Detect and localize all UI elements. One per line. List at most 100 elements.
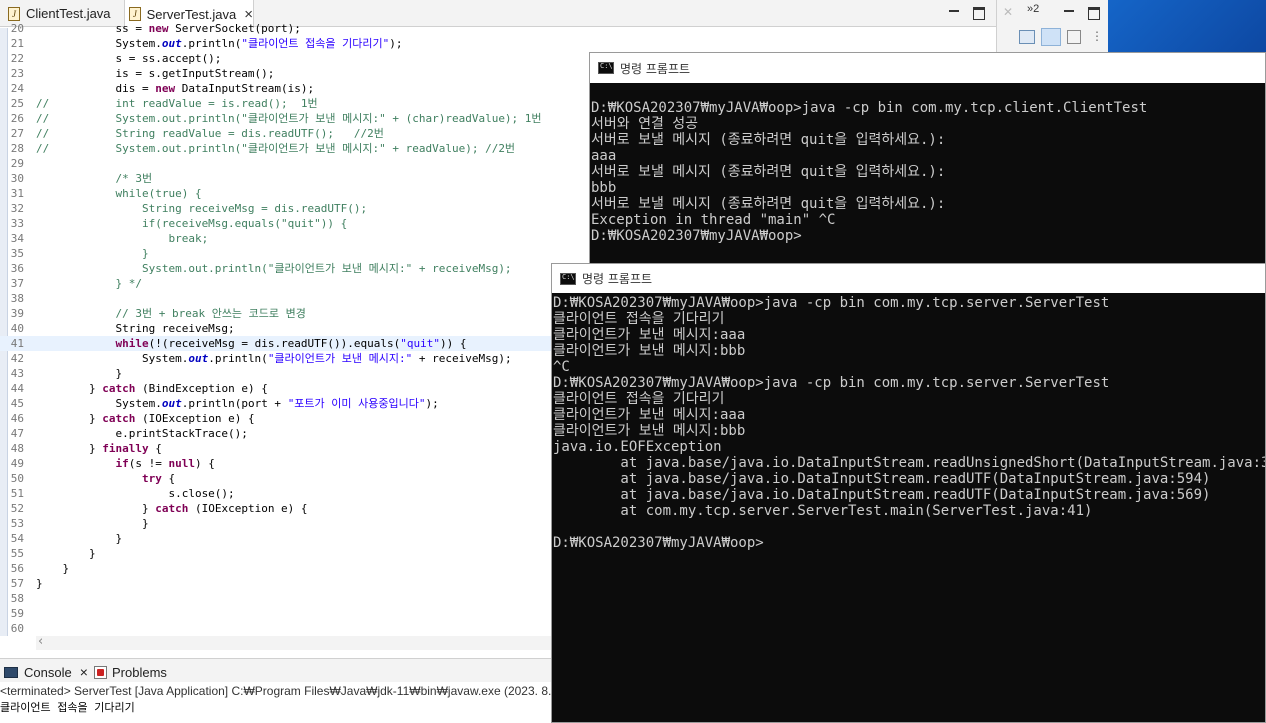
terminal-output[interactable]: D:₩KOSA202307₩myJAVA₩oop>java -cp bin co… bbox=[590, 100, 1265, 266]
code-line[interactable]: 28 // System.out.println("클라이언트가 보낸 메시지:"… bbox=[0, 141, 590, 156]
terminal-line: 클라이언트 접속을 기다리기 bbox=[553, 391, 725, 407]
code-line[interactable]: 29 bbox=[0, 156, 590, 171]
code-line[interactable]: 31 while(true) { bbox=[0, 186, 590, 201]
code-line[interactable]: 50 try { bbox=[0, 471, 590, 486]
line-number: 37 bbox=[10, 277, 24, 290]
code-line[interactable]: 42 System.out.println("클라이언트가 보낸 메시지:" +… bbox=[0, 351, 590, 366]
code-line[interactable]: 58 bbox=[0, 591, 590, 606]
line-number: 45 bbox=[10, 397, 24, 410]
line-number: 22 bbox=[10, 52, 24, 65]
console-icon bbox=[4, 666, 18, 678]
code-line[interactable]: 56 } bbox=[0, 561, 590, 576]
view-menu-icon[interactable]: ⋮ bbox=[1091, 29, 1103, 43]
hierarchy-icon[interactable] bbox=[1019, 30, 1035, 44]
line-number: 42 bbox=[10, 352, 24, 365]
code-text: ss = new ServerSocket(port); bbox=[36, 22, 301, 35]
code-line[interactable]: 34 break; bbox=[0, 231, 590, 246]
code-line[interactable]: 49 if(s != null) { bbox=[0, 456, 590, 471]
code-line[interactable]: 54 } bbox=[0, 531, 590, 546]
code-line[interactable]: 57} bbox=[0, 576, 590, 591]
code-line[interactable]: 25 // int readValue = is.read(); 1번 bbox=[0, 96, 590, 111]
collapse-icon[interactable] bbox=[1067, 30, 1081, 44]
line-number: 33 bbox=[10, 217, 24, 230]
code-text: break; bbox=[36, 232, 209, 245]
code-line[interactable]: 55 } bbox=[0, 546, 590, 561]
code-editor[interactable]: 20 ss = new ServerSocket(port); 21 System… bbox=[0, 22, 590, 636]
code-line[interactable]: 36 System.out.println("클라이언트가 보낸 메시지:" +… bbox=[0, 261, 590, 276]
line-number: 52 bbox=[10, 502, 24, 515]
code-line[interactable]: 51 s.close(); bbox=[0, 486, 590, 501]
code-line[interactable]: 48 } finally { bbox=[0, 441, 590, 456]
window-title: 명령 프롬프트 bbox=[620, 61, 691, 76]
cmd-window-client[interactable]: 명령 프롬프트 D:₩KOSA202307₩myJAVA₩oop>java -c… bbox=[589, 52, 1266, 267]
code-line[interactable]: 24 dis = new DataInputStream(is); bbox=[0, 81, 590, 96]
code-line[interactable]: 44 } catch (BindException e) { bbox=[0, 381, 590, 396]
code-line[interactable]: 60 bbox=[0, 621, 590, 636]
code-line[interactable]: 35 } bbox=[0, 246, 590, 261]
maximize-icon[interactable] bbox=[970, 4, 986, 20]
code-line[interactable]: 46 } catch (IOException e) { bbox=[0, 411, 590, 426]
tab-problems[interactable]: Problems bbox=[94, 662, 167, 682]
code-line[interactable]: 32 String receiveMsg = dis.readUTF(); bbox=[0, 201, 590, 216]
problems-icon bbox=[94, 665, 107, 679]
line-number: 51 bbox=[10, 487, 24, 500]
code-line[interactable]: 43 } bbox=[0, 366, 590, 381]
code-line[interactable]: 40 String receiveMsg; bbox=[0, 321, 590, 336]
code-text: // System.out.println("클라이언트가 보낸 메시지:" +… bbox=[36, 112, 542, 125]
tab-console[interactable]: Console × bbox=[4, 662, 88, 682]
code-line[interactable]: 21 System.out.println("클라이언트 접속을 기다리기"); bbox=[0, 36, 590, 51]
window-titlebar[interactable]: 명령 프롬프트 bbox=[552, 264, 1265, 293]
terminal-line: D:₩KOSA202307₩myJAVA₩oop> bbox=[591, 228, 802, 244]
maximize-icon[interactable] bbox=[1085, 4, 1101, 20]
overflow-tabs-label[interactable]: »2 bbox=[1027, 3, 1039, 15]
close-icon[interactable]: × bbox=[80, 664, 88, 680]
line-number: 34 bbox=[10, 232, 24, 245]
minimize-icon[interactable] bbox=[946, 4, 962, 20]
code-text: // String readValue = dis.readUTF(); //2… bbox=[36, 127, 384, 140]
code-line[interactable]: 52 } catch (IOException e) { bbox=[0, 501, 590, 516]
code-line[interactable]: 45 System.out.println(port + "포트가 이미 사용중… bbox=[0, 396, 590, 411]
line-number: 41 bbox=[10, 337, 24, 350]
code-line[interactable]: 22 s = ss.accept(); bbox=[0, 51, 590, 66]
code-line[interactable]: 27 // String readValue = dis.readUTF(); /… bbox=[0, 126, 590, 141]
close-icon[interactable]: ✕ bbox=[1003, 5, 1013, 19]
terminal-line: at java.base/java.io.DataInputStream.rea… bbox=[553, 487, 1211, 503]
line-number: 60 bbox=[10, 622, 24, 635]
code-line[interactable]: 47 e.printStackTrace(); bbox=[0, 426, 590, 441]
line-number: 21 bbox=[10, 37, 24, 50]
tab-label: ServerTest.java bbox=[146, 6, 237, 22]
line-number: 58 bbox=[10, 592, 24, 605]
cmd-icon bbox=[560, 272, 576, 285]
desktop-background bbox=[1108, 0, 1266, 58]
line-number: 26 bbox=[10, 112, 24, 125]
horizontal-scrollbar[interactable] bbox=[36, 634, 556, 650]
line-number: 53 bbox=[10, 517, 24, 530]
code-line[interactable]: 37 } */ bbox=[0, 276, 590, 291]
close-icon[interactable]: × bbox=[244, 6, 253, 23]
code-line[interactable]: 59 bbox=[0, 606, 590, 621]
cmd-window-server[interactable]: 명령 프롬프트 D:₩KOSA202307₩myJAVA₩oop>java -c… bbox=[551, 263, 1266, 723]
code-line[interactable]: 53 } bbox=[0, 516, 590, 531]
code-text: } bbox=[36, 532, 123, 545]
code-text: s = ss.accept(); bbox=[36, 52, 222, 65]
line-number: 50 bbox=[10, 472, 24, 485]
code-text: /* 3번 bbox=[115, 172, 153, 185]
code-line[interactable]: 33 if(receiveMsg.equals("quit")) { bbox=[0, 216, 590, 231]
minimize-icon[interactable] bbox=[1061, 4, 1077, 20]
window-titlebar[interactable]: 명령 프롬프트 bbox=[590, 53, 1265, 83]
cmd-icon bbox=[598, 62, 614, 74]
terminal-output[interactable]: D:₩KOSA202307₩myJAVA₩oop>java -cp bin co… bbox=[552, 295, 1265, 722]
code-line[interactable]: 39 // 3번 + break 안쓰는 코드로 변경 bbox=[0, 306, 590, 321]
terminal-line: D:₩KOSA202307₩myJAVA₩oop> bbox=[553, 535, 764, 551]
terminal-line: D:₩KOSA202307₩myJAVA₩oop>java -cp bin co… bbox=[553, 295, 1110, 311]
terminal-line: at java.base/java.io.DataInputStream.rea… bbox=[553, 455, 1265, 471]
code-line[interactable]: 41 while(!(receiveMsg = dis.readUTF()).e… bbox=[0, 336, 590, 351]
code-line[interactable]: 26 // System.out.println("클라이언트가 보낸 메시지:"… bbox=[0, 111, 590, 126]
code-line[interactable]: 20 ss = new ServerSocket(port); bbox=[0, 21, 590, 36]
line-number: 28 bbox=[10, 142, 24, 155]
code-line[interactable]: 23 is = s.getInputStream(); bbox=[0, 66, 590, 81]
link-editor-icon[interactable] bbox=[1041, 28, 1061, 46]
code-line[interactable]: 30 /* 3번 bbox=[0, 171, 590, 186]
code-line[interactable]: 38 bbox=[0, 291, 590, 306]
